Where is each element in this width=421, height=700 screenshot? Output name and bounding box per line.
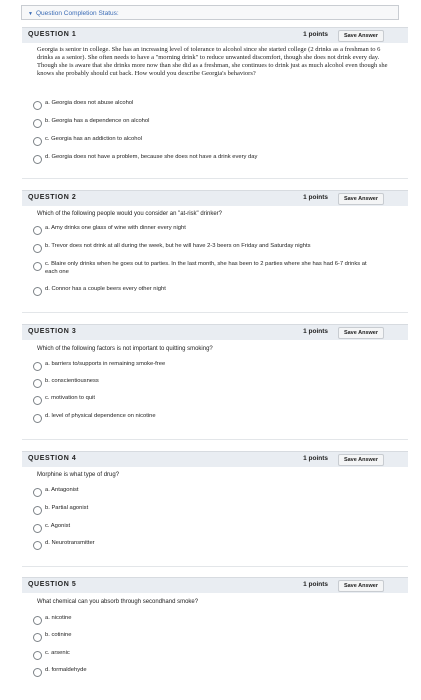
- option-d[interactable]: d. formaldehyde: [33, 667, 375, 679]
- question-text: Morphine is what type of drug?: [37, 472, 120, 478]
- question-title: QUESTION 3: [28, 328, 77, 335]
- option-label: c. motivation to quit: [45, 395, 95, 401]
- divider: [22, 312, 408, 313]
- option-label: b. Georgia has a dependence on alcohol: [45, 118, 150, 124]
- radio-button[interactable]: [33, 396, 42, 405]
- question-title: QUESTION 5: [28, 581, 77, 588]
- save-answer-button[interactable]: Save Answer: [337, 327, 384, 339]
- question-text: Georgia is senior in college. She has an…: [37, 46, 388, 77]
- option-label: c. Agonist: [45, 523, 71, 529]
- option-label: c. arsenic: [45, 650, 70, 656]
- radio-button[interactable]: [33, 262, 42, 271]
- question-text: Which of the following people would you …: [37, 211, 223, 217]
- option-b[interactable]: b. Georgia has a dependence on alcohol: [33, 118, 375, 130]
- option-label: c. Georgia has an addiction to alcohol: [45, 136, 142, 142]
- question-text: Which of the following factors is not im…: [37, 346, 213, 352]
- option-label: b. cotinine: [45, 632, 72, 638]
- divider: [22, 178, 408, 179]
- option-label: d. Connor has a couple beers every other…: [45, 286, 166, 292]
- save-answer-button[interactable]: Save Answer: [337, 30, 384, 42]
- radio-button[interactable]: [33, 488, 42, 497]
- option-label: d. Georgia does not have a problem, beca…: [45, 154, 258, 160]
- points-label: 1 points: [303, 194, 328, 201]
- option-d[interactable]: d. Georgia does not have a problem, beca…: [33, 154, 375, 166]
- question-header: QUESTION 1 1 points Save Answer: [22, 27, 408, 43]
- option-a[interactable]: a. Amy drinks one glass of wine with din…: [33, 225, 375, 237]
- option-d[interactable]: d. Neurotransmitter: [33, 540, 375, 552]
- radio-button[interactable]: [33, 651, 42, 660]
- question-3: QUESTION 3 1 points Save Answer Which of…: [22, 324, 408, 423]
- option-label: d. Neurotransmitter: [45, 540, 95, 546]
- question-1: QUESTION 1 1 points Save Answer Georgia …: [22, 27, 408, 164]
- question-title: QUESTION 2: [28, 194, 77, 201]
- radio-button[interactable]: [33, 633, 42, 642]
- option-c[interactable]: c. Agonist: [33, 523, 375, 535]
- save-answer-button[interactable]: Save Answer: [337, 193, 384, 205]
- question-completion-status[interactable]: ▼ Question Completion Status:: [21, 5, 399, 20]
- option-label: b. Partial agonist: [45, 505, 89, 511]
- radio-button[interactable]: [33, 524, 42, 533]
- divider: [22, 439, 408, 440]
- option-label: b. conscientiousness: [45, 378, 99, 384]
- question-4: QUESTION 4 1 points Save Answer Morphine…: [22, 451, 408, 550]
- radio-button[interactable]: [33, 244, 42, 253]
- option-d[interactable]: d. level of physical dependence on nicot…: [33, 413, 375, 425]
- option-c[interactable]: c. arsenic: [33, 650, 375, 662]
- question-5: QUESTION 5 1 points Save Answer What che…: [22, 577, 408, 677]
- radio-button[interactable]: [33, 616, 42, 625]
- radio-button[interactable]: [33, 119, 42, 128]
- radio-button[interactable]: [33, 226, 42, 235]
- radio-button[interactable]: [33, 379, 42, 388]
- points-label: 1 points: [303, 328, 328, 335]
- points-label: 1 points: [303, 455, 328, 462]
- radio-button[interactable]: [33, 362, 42, 371]
- option-a[interactable]: a. barriers to/supports in remaining smo…: [33, 361, 375, 373]
- option-d[interactable]: d. Connor has a couple beers every other…: [33, 286, 375, 298]
- status-bar-label: Question Completion Status:: [35, 10, 119, 17]
- option-b[interactable]: b. cotinine: [33, 632, 375, 644]
- question-header: QUESTION 5 1 points Save Answer: [22, 577, 408, 593]
- save-answer-button[interactable]: Save Answer: [337, 454, 384, 466]
- option-label: b. Trevor does not drink at all during t…: [45, 243, 311, 249]
- option-label: a. nicotine: [45, 615, 72, 621]
- question-title: QUESTION 4: [28, 455, 77, 462]
- option-b[interactable]: b. Partial agonist: [33, 505, 375, 517]
- option-a[interactable]: a. Antagonist: [33, 487, 375, 499]
- option-c[interactable]: c. motivation to quit: [33, 395, 375, 407]
- option-label: a. Georgia does not abuse alcohol: [45, 100, 134, 106]
- option-b[interactable]: b. conscientiousness: [33, 378, 375, 390]
- question-header: QUESTION 3 1 points Save Answer: [22, 324, 408, 340]
- expand-triangle-icon: ▼: [28, 11, 33, 17]
- points-label: 1 points: [303, 581, 328, 588]
- question-header: QUESTION 2 1 points Save Answer: [22, 190, 408, 206]
- option-label: a. Amy drinks one glass of wine with din…: [45, 225, 186, 231]
- radio-button[interactable]: [33, 541, 42, 550]
- points-label: 1 points: [303, 31, 328, 38]
- question-2: QUESTION 2 1 points Save Answer Which of…: [22, 190, 408, 296]
- radio-button[interactable]: [33, 101, 42, 110]
- option-a[interactable]: a. Georgia does not abuse alcohol: [33, 100, 375, 112]
- radio-button[interactable]: [33, 506, 42, 515]
- option-label: d. level of physical dependence on nicot…: [45, 413, 156, 419]
- question-text: What chemical can you absorb through sec…: [37, 599, 199, 605]
- save-answer-button[interactable]: Save Answer: [337, 580, 384, 592]
- option-label: c. Blaire only drinks when he goes out t…: [45, 261, 367, 275]
- divider: [22, 566, 408, 567]
- option-c[interactable]: c. Blaire only drinks when he goes out t…: [33, 261, 375, 275]
- radio-button[interactable]: [33, 287, 42, 296]
- radio-button[interactable]: [33, 668, 42, 677]
- option-label: d. formaldehyde: [45, 667, 87, 673]
- radio-button[interactable]: [33, 137, 42, 146]
- option-label: a. barriers to/supports in remaining smo…: [45, 361, 166, 367]
- option-label: a. Antagonist: [45, 487, 79, 493]
- radio-button[interactable]: [33, 155, 42, 164]
- option-b[interactable]: b. Trevor does not drink at all during t…: [33, 243, 375, 255]
- option-c[interactable]: c. Georgia has an addiction to alcohol: [33, 136, 375, 148]
- option-a[interactable]: a. nicotine: [33, 615, 375, 627]
- question-header: QUESTION 4 1 points Save Answer: [22, 451, 408, 467]
- question-title: QUESTION 1: [28, 31, 77, 38]
- radio-button[interactable]: [33, 414, 42, 423]
